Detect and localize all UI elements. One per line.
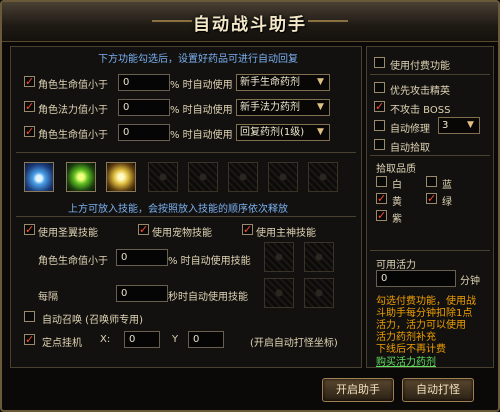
priority-elite-checkbox[interactable] [374,82,385,93]
recover-row-label: 角色法力值小于 [38,105,108,116]
energy-title: 可用活力 [376,260,416,271]
empty-skill-slot[interactable] [308,162,338,192]
energy-value: 0 [376,270,456,287]
fixed-hang-checkbox[interactable]: ✓ [24,334,35,345]
hp-skill-label: 角色生命值小于 [38,256,108,267]
empty-skill-slot[interactable] [228,162,258,192]
holy-wing-skill-label: 使用圣翼技能 [38,228,98,239]
recover-mp-checkbox[interactable]: ✓ [24,101,35,112]
paid-feature-checkbox[interactable] [374,57,385,68]
hp-potion-select[interactable]: 新手生命药剂 ▼ [236,74,330,91]
ice-skill-icon[interactable] [24,162,54,192]
quality-yellow-checkbox[interactable]: ✓ [376,193,387,204]
god-skill-label: 使用主神技能 [256,228,316,239]
quality-white-label: 白 [392,180,402,191]
y-coordinate-input[interactable]: 0 [188,331,224,348]
x-coordinate-input[interactable]: 0 [124,331,160,348]
priority-elite-label: 优先攻击精英 [390,86,450,97]
recover-hp-input[interactable]: 0 [118,74,170,91]
empty-skill-slot[interactable] [264,278,294,308]
chevron-down-icon: ▼ [317,127,324,137]
pickup-quality-title: 拾取品质 [376,164,416,175]
quality-blue-label: 蓝 [442,180,452,191]
quality-yellow-label: 黄 [392,197,402,208]
god-skill-checkbox[interactable]: ✓ [242,224,253,235]
section-divider [16,216,356,217]
quality-green-checkbox[interactable]: ✓ [426,193,437,204]
no-boss-checkbox[interactable]: ✓ [374,101,385,112]
recover-row-suffix: % 时自动使用 [170,105,233,116]
auto-summon-checkbox[interactable] [24,311,35,322]
holy-wing-skill-checkbox[interactable]: ✓ [24,224,35,235]
recovery-potion-value: 回复药剂(1级) [240,127,305,138]
interval-label: 每隔 [38,292,58,303]
quality-blue-checkbox[interactable] [426,176,437,187]
empty-skill-slot[interactable] [268,162,298,192]
auto-repair-checkbox[interactable] [374,120,385,131]
empty-skill-slot[interactable] [188,162,218,192]
chevron-down-icon: ▼ [317,77,324,87]
quality-white-checkbox[interactable] [376,176,387,187]
gold-burst-skill-icon[interactable] [106,162,136,192]
window-title: 自动战斗助手 [193,15,307,35]
section-divider [370,155,490,156]
auto-pickup-checkbox[interactable] [374,139,385,150]
section-divider [370,250,490,251]
interval-suffix: 秒时自动使用技能 [168,292,248,303]
auto-pickup-label: 自动拾取 [390,143,430,154]
recover-row-suffix: % 时自动使用 [170,80,233,91]
mp-potion-select[interactable]: 新手法力药剂 ▼ [236,99,330,116]
auto-summon-label: 自动召唤 (召唤师专用) [42,315,143,326]
section-divider [16,152,356,153]
auto-coord-label: (开启自动打怪坐标) [250,338,338,349]
chevron-down-icon: ▼ [317,102,324,112]
hp-skill-input[interactable]: 0 [116,249,168,266]
recover-mp-input[interactable]: 0 [118,99,170,116]
hp-skill-suffix: % 时自动使用技能 [168,256,251,267]
auto-repair-label: 自动修理 [390,124,430,135]
pet-skill-checkbox[interactable]: ✓ [138,224,149,235]
quality-purple-checkbox[interactable]: ✓ [376,210,387,221]
fixed-hang-label: 定点挂机 [42,338,82,349]
quality-green-label: 绿 [442,197,452,208]
recover-hint: 下方功能勾选后，设置好药品可进行自动回复 [98,54,298,65]
recover-row-label: 角色生命值小于 [38,130,108,141]
skills-hint: 上方可放入技能，会按照放入技能的顺序依次释放 [68,204,288,215]
energy-unit: 分钟 [460,276,480,287]
y-label: Y [172,334,179,345]
pet-skill-label: 使用宠物技能 [152,228,212,239]
title-ornament-right [308,20,348,22]
recovery-potion-select[interactable]: 回复药剂(1级) ▼ [236,124,330,141]
recover-hp2-input[interactable]: 0 [118,124,170,141]
hp-potion-value: 新手生命药剂 [240,77,300,88]
auto-battle-assistant-window: 自动战斗助手 下方功能勾选后，设置好药品可进行自动回复 ✓ 角色生命值小于 0 … [0,0,500,412]
empty-skill-slot[interactable] [148,162,178,192]
empty-skill-slot[interactable] [304,242,334,272]
section-divider [370,74,490,75]
quality-purple-label: 紫 [392,214,402,225]
no-boss-label: 不攻击 BOSS [390,105,451,116]
x-label: X: [100,334,111,345]
repair-threshold-select[interactable]: 3 ▼ [438,117,480,134]
repair-threshold-value: 3 [442,120,449,131]
recover-row-label: 角色生命值小于 [38,80,108,91]
empty-skill-slot[interactable] [304,278,334,308]
recover-hp-checkbox[interactable]: ✓ [24,76,35,87]
recover-row-suffix: % 时自动使用 [170,130,233,141]
interval-input[interactable]: 0 [116,285,168,302]
start-assistant-button[interactable]: 开启助手 [322,378,394,402]
chevron-down-icon: ▼ [467,120,474,130]
buy-energy-link[interactable]: 购买活力药剂 [376,353,436,368]
title-bar[interactable]: 自动战斗助手 [2,2,498,42]
auto-attack-button[interactable]: 自动打怪 [402,378,474,402]
empty-skill-slot[interactable] [264,242,294,272]
mp-potion-value: 新手法力药剂 [240,102,300,113]
paid-feature-label: 使用付费功能 [390,61,450,72]
green-star-skill-icon[interactable] [66,162,96,192]
recover-hp2-checkbox[interactable]: ✓ [24,126,35,137]
